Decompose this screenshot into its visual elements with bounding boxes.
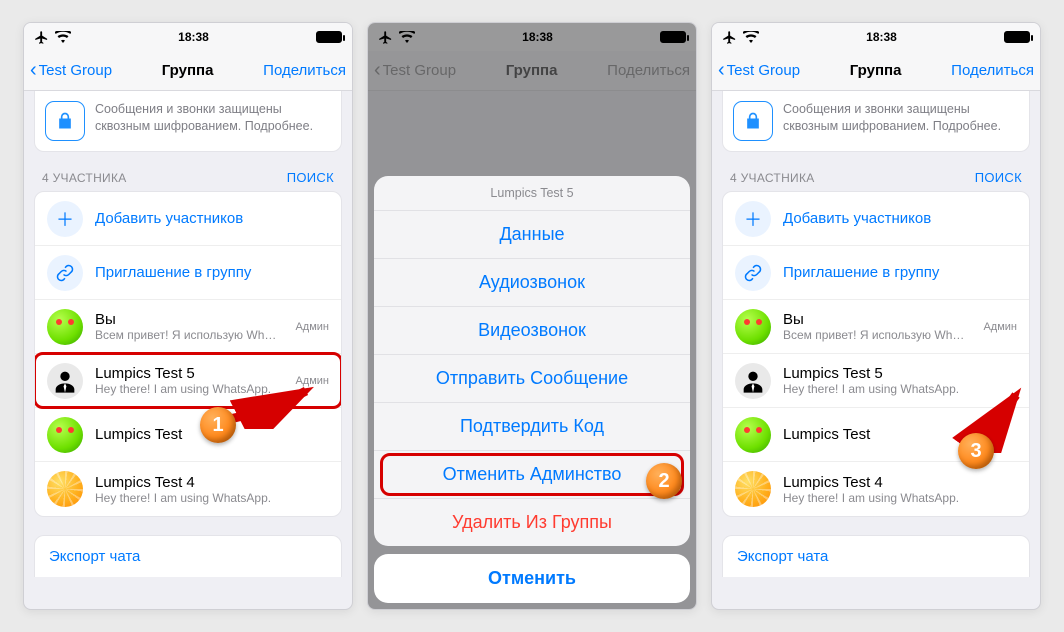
status-time: 18:38	[866, 30, 897, 44]
member-row[interactable]: Lumpics Test 4 Hey there! I am using Wha…	[35, 462, 341, 516]
member-name: Lumpics Test 4	[95, 474, 329, 491]
member-row[interactable]: Lumpics Test	[723, 408, 1029, 462]
search-link[interactable]: ПОИСК	[287, 170, 334, 185]
admin-badge: Админ	[983, 321, 1017, 333]
sheet-cancel-button[interactable]: Отменить	[374, 554, 690, 603]
nav-title: Группа	[162, 62, 214, 79]
export-chat-button[interactable]: Экспорт чата	[722, 535, 1030, 577]
phone-screen-2: 18:38 ‹Test Group Группа Поделиться Lump…	[367, 22, 697, 610]
admin-badge: Админ	[295, 321, 329, 333]
sheet-option-video-call[interactable]: Видеозвонок	[374, 307, 690, 355]
lock-icon	[733, 101, 773, 141]
member-name: Lumpics Test 5	[95, 365, 283, 382]
avatar-icon	[47, 309, 83, 345]
member-name: Lumpics Test 4	[783, 474, 1017, 491]
member-row-highlighted[interactable]: Lumpics Test 5 Hey there! I am using Wha…	[35, 354, 341, 408]
sheet-option-send-message[interactable]: Отправить Сообщение	[374, 355, 690, 403]
encryption-notice[interactable]: Сообщения и звонки защищены сквозным шиф…	[722, 91, 1030, 152]
invite-label: Приглашение в группу	[95, 264, 329, 281]
plus-icon: ＋	[735, 201, 771, 237]
link-icon	[735, 255, 771, 291]
phone-screen-3: 18:38 ‹ Test Group Группа Поделиться Соо…	[711, 22, 1041, 610]
chevron-left-icon: ‹	[30, 60, 37, 80]
add-participants-button[interactable]: ＋ Добавить участников	[35, 192, 341, 246]
back-button[interactable]: ‹ Test Group	[30, 61, 112, 81]
participants-header: 4 УЧАСТНИКА ПОИСК	[712, 164, 1040, 191]
invite-link-button[interactable]: Приглашение в группу	[35, 246, 341, 300]
sheet-option-remove-from-group[interactable]: Удалить Из Группы	[374, 499, 690, 546]
sheet-option-verify-code[interactable]: Подтвердить Код	[374, 403, 690, 451]
add-participants-button[interactable]: ＋ Добавить участников	[723, 192, 1029, 246]
member-row[interactable]: Вы Всем привет! Я использую Wh… Админ	[723, 300, 1029, 354]
participants-count: 4 УЧАСТНИКА	[730, 171, 815, 185]
member-status: Hey there! I am using WhatsApp.	[783, 382, 1017, 396]
participants-count: 4 УЧАСТНИКА	[42, 171, 127, 185]
member-row[interactable]: Lumpics Test	[35, 408, 341, 462]
member-row[interactable]: Lumpics Test 5 Hey there! I am using Wha…	[723, 354, 1029, 408]
avatar-icon	[735, 363, 771, 399]
participants-list: ＋ Добавить участников Приглашение в груп…	[34, 191, 342, 517]
nav-bar: ‹ Test Group Группа Поделиться	[712, 51, 1040, 91]
action-sheet-backdrop[interactable]: Lumpics Test 5 Данные Аудиозвонок Видеоз…	[368, 23, 696, 609]
encryption-text: Сообщения и звонки защищены сквозным шиф…	[95, 101, 331, 135]
member-status: Всем привет! Я использую Wh…	[783, 328, 971, 342]
member-status: Hey there! I am using WhatsApp.	[783, 491, 1017, 505]
sheet-option-audio-call[interactable]: Аудиозвонок	[374, 259, 690, 307]
back-label: Test Group	[727, 62, 800, 79]
sheet-title: Lumpics Test 5	[374, 176, 690, 211]
avatar-icon	[735, 417, 771, 453]
airplane-mode-icon	[34, 30, 49, 45]
search-link[interactable]: ПОИСК	[975, 170, 1022, 185]
add-label: Добавить участников	[95, 210, 329, 227]
plus-icon: ＋	[47, 201, 83, 237]
member-name: Вы	[95, 311, 283, 328]
wifi-icon	[55, 31, 71, 43]
battery-icon	[316, 31, 342, 43]
member-name: Lumpics Test	[783, 426, 1017, 443]
invite-link-button[interactable]: Приглашение в группу	[723, 246, 1029, 300]
chevron-left-icon: ‹	[718, 60, 725, 80]
encryption-notice[interactable]: Сообщения и звонки защищены сквозным шиф…	[34, 91, 342, 152]
status-bar: 18:38	[24, 23, 352, 51]
avatar-icon	[47, 471, 83, 507]
invite-label: Приглашение в группу	[783, 264, 1017, 281]
sheet-option-info[interactable]: Данные	[374, 211, 690, 259]
encryption-text: Сообщения и звонки защищены сквозным шиф…	[783, 101, 1019, 135]
avatar-icon	[735, 471, 771, 507]
add-label: Добавить участников	[783, 210, 1017, 227]
member-name: Вы	[783, 311, 971, 328]
member-status: Всем привет! Я использую Wh…	[95, 328, 283, 342]
avatar-icon	[47, 417, 83, 453]
phone-screen-1: 18:38 ‹ Test Group Группа Поделиться Соо…	[23, 22, 353, 610]
wifi-icon	[743, 31, 759, 43]
airplane-mode-icon	[722, 30, 737, 45]
share-button[interactable]: Поделиться	[951, 62, 1034, 79]
back-label: Test Group	[39, 62, 112, 79]
dismiss-admin-label: Отменить Админство	[443, 464, 622, 484]
battery-icon	[1004, 31, 1030, 43]
export-chat-button[interactable]: Экспорт чата	[34, 535, 342, 577]
participants-header: 4 УЧАСТНИКА ПОИСК	[24, 164, 352, 191]
member-status: Hey there! I am using WhatsApp.	[95, 382, 283, 396]
nav-title: Группа	[850, 62, 902, 79]
member-name: Lumpics Test	[95, 426, 329, 443]
member-row[interactable]: Вы Всем привет! Я использую Wh… Админ	[35, 300, 341, 354]
member-name: Lumpics Test 5	[783, 365, 1017, 382]
status-bar: 18:38	[712, 23, 1040, 51]
lock-icon	[45, 101, 85, 141]
member-row[interactable]: Lumpics Test 4 Hey there! I am using Wha…	[723, 462, 1029, 516]
back-button[interactable]: ‹ Test Group	[718, 61, 800, 81]
nav-bar: ‹ Test Group Группа Поделиться	[24, 51, 352, 91]
admin-badge: Админ	[295, 375, 329, 387]
status-time: 18:38	[178, 30, 209, 44]
avatar-icon	[735, 309, 771, 345]
action-sheet: Lumpics Test 5 Данные Аудиозвонок Видеоз…	[374, 176, 690, 546]
member-status: Hey there! I am using WhatsApp.	[95, 491, 329, 505]
avatar-icon	[47, 363, 83, 399]
participants-list: ＋ Добавить участников Приглашение в груп…	[722, 191, 1030, 517]
link-icon	[47, 255, 83, 291]
share-button[interactable]: Поделиться	[263, 62, 346, 79]
sheet-option-dismiss-admin[interactable]: Отменить Админство	[374, 451, 690, 499]
